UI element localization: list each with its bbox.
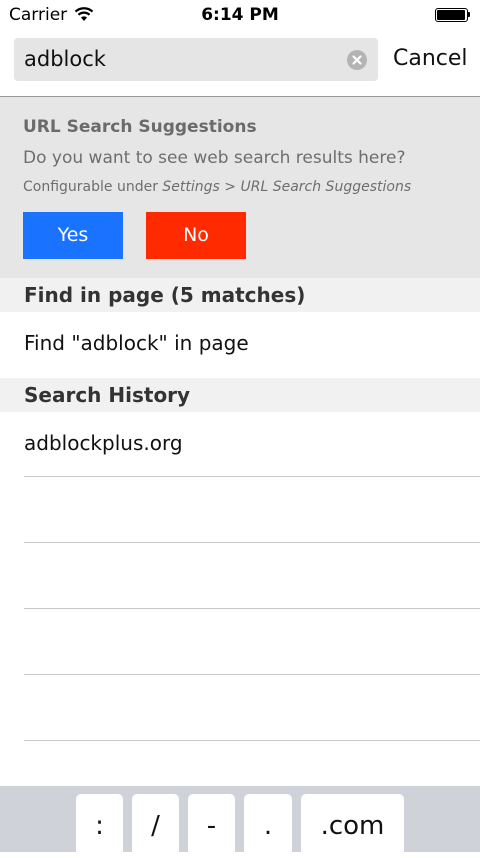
suggestions-title: URL Search Suggestions [23, 117, 257, 137]
search-header: adblock Cancel [0, 32, 480, 97]
clear-text-icon[interactable] [347, 50, 367, 70]
config-prefix: Configurable under [23, 179, 163, 195]
list-separator [24, 674, 480, 675]
search-history-header: Search History [0, 378, 480, 412]
search-input-value: adblock [24, 47, 106, 71]
list-item[interactable]: adblockplus.org [0, 412, 480, 476]
list-separator [24, 476, 480, 477]
cancel-button[interactable]: Cancel [393, 46, 468, 71]
key-dot[interactable]: . [244, 794, 292, 852]
search-history-header-label: Search History [24, 383, 191, 407]
find-in-page-row[interactable]: Find "adblock" in page [0, 312, 480, 376]
yes-button[interactable]: Yes [23, 212, 123, 259]
list-separator [24, 542, 480, 543]
list-separator [24, 740, 480, 741]
config-path: Settings > URL Search Suggestions [162, 179, 412, 195]
history-item-label: adblockplus.org [24, 431, 183, 455]
key-slash[interactable]: / [132, 794, 179, 852]
find-in-page-row-label: Find "adblock" in page [24, 331, 249, 355]
list-separator [24, 608, 480, 609]
key-colon[interactable]: : [76, 794, 123, 852]
key-dotcom[interactable]: .com [301, 794, 404, 852]
keyboard-accessory-bar: : / - . .com [0, 786, 480, 852]
battery-icon [435, 8, 471, 22]
status-time: 6:14 PM [201, 5, 279, 25]
key-dash[interactable]: - [188, 794, 235, 852]
suggestions-config-note: Configurable under Settings > URL Search… [23, 179, 411, 195]
find-in-page-header: Find in page (5 matches) [0, 278, 480, 312]
no-button[interactable]: No [146, 212, 246, 259]
status-bar: Carrier 6:14 PM [0, 0, 480, 32]
url-search-suggestions-panel: URL Search Suggestions Do you want to se… [0, 97, 480, 278]
search-input[interactable]: adblock [14, 38, 378, 81]
suggestions-question: Do you want to see web search results he… [23, 148, 406, 168]
find-in-page-header-label: Find in page (5 matches) [24, 283, 306, 307]
